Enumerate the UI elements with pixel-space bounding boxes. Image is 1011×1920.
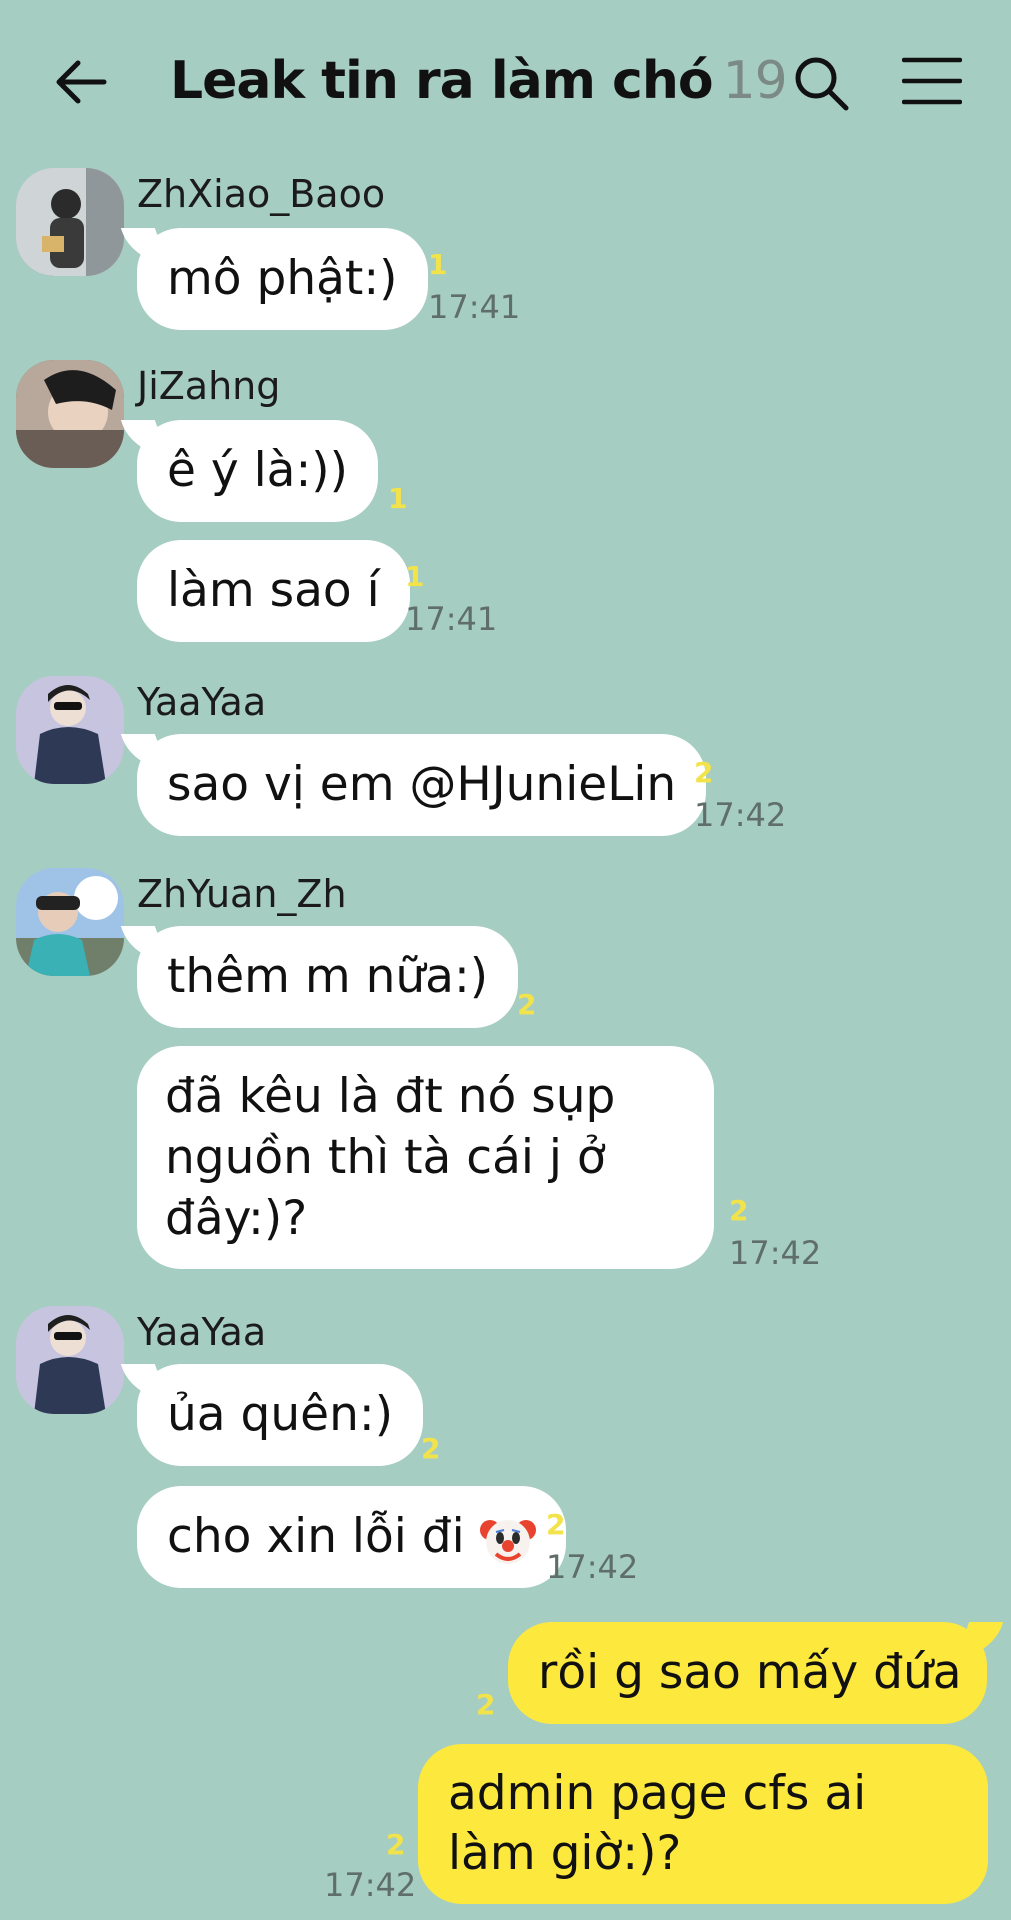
chat-header: Leak tin ra làm chó 19: [0, 0, 1011, 150]
message-bubble[interactable]: mô phật:): [137, 228, 428, 330]
unread-count: 2: [729, 1194, 749, 1227]
avatar[interactable]: [16, 676, 124, 784]
sender-name: JiZahng: [137, 364, 281, 408]
unread-count: 1: [405, 560, 425, 593]
timestamp: 17:41: [405, 600, 498, 638]
message-text: rồi g sao mấy đứa: [538, 1645, 962, 1700]
message-text: sao vị em @HJunieLin: [167, 757, 677, 812]
message-text: đã kêu là đt nó sụp nguồn thì tà cái j ở…: [165, 1069, 616, 1246]
member-count: 19: [722, 51, 788, 111]
unread-count: 2: [421, 1432, 441, 1465]
timestamp: 17:42: [694, 796, 787, 834]
person-photo-icon: [16, 360, 124, 468]
unread-count: 2: [476, 1688, 496, 1721]
person-photo-icon: [16, 676, 124, 784]
timestamp: 17:42: [729, 1234, 822, 1272]
unread-count: 2: [386, 1828, 406, 1861]
person-photo-icon: [16, 168, 124, 276]
clown-face-icon: [479, 1519, 536, 1564]
message-text: làm sao í: [167, 563, 380, 618]
unread-count: 2: [546, 1508, 566, 1541]
avatar[interactable]: [16, 360, 124, 468]
unread-count: 2: [517, 988, 537, 1021]
person-photo-icon: [16, 1306, 124, 1414]
avatar[interactable]: [16, 868, 124, 976]
timestamp: 17:42: [546, 1548, 639, 1586]
unread-count: 1: [388, 482, 408, 515]
chat-title[interactable]: Leak tin ra làm chó 19: [170, 46, 788, 116]
message-text: thêm m nữa:): [167, 949, 489, 1004]
search-icon[interactable]: [792, 54, 850, 112]
message-text: admin page cfs ai làm giờ:)?: [448, 1766, 867, 1881]
chat-title-text: Leak tin ra làm chó: [170, 51, 714, 111]
message-bubble[interactable]: ủa quên:): [137, 1364, 424, 1466]
timestamp: 17:41: [428, 288, 521, 326]
avatar[interactable]: [16, 168, 124, 276]
menu-icon[interactable]: [902, 56, 962, 106]
message-bubble[interactable]: ê ý là:)): [137, 420, 378, 522]
message-text: ê ý là:)): [167, 443, 348, 498]
sender-name: ZhYuan_Zh: [137, 872, 347, 916]
unread-count: 1: [428, 248, 448, 281]
message-text: cho xin lỗi đi: [167, 1509, 465, 1564]
person-photo-icon: [16, 868, 124, 976]
my-message-bubble[interactable]: rồi g sao mấy đứa: [508, 1622, 987, 1724]
my-message-bubble[interactable]: admin page cfs ai làm giờ:)?: [418, 1744, 988, 1904]
unread-count: 2: [694, 756, 714, 789]
message-text: ủa quên:): [167, 1387, 394, 1442]
back-arrow-icon[interactable]: [52, 52, 112, 112]
timestamp: 17:42: [324, 1866, 417, 1904]
sender-name: YaaYaa: [137, 680, 267, 724]
message-text: mô phật:): [167, 251, 398, 306]
message-bubble[interactable]: thêm m nữa:): [137, 926, 519, 1028]
message-bubble[interactable]: đã kêu là đt nó sụp nguồn thì tà cái j ở…: [137, 1046, 714, 1269]
sender-name: YaaYaa: [137, 1310, 267, 1354]
message-bubble[interactable]: sao vị em @HJunieLin: [137, 734, 707, 836]
sender-name: ZhXiao_Baoo: [137, 172, 386, 216]
message-bubble[interactable]: cho xin lỗi đi: [137, 1486, 566, 1588]
message-bubble[interactable]: làm sao í: [137, 540, 410, 642]
avatar[interactable]: [16, 1306, 124, 1414]
